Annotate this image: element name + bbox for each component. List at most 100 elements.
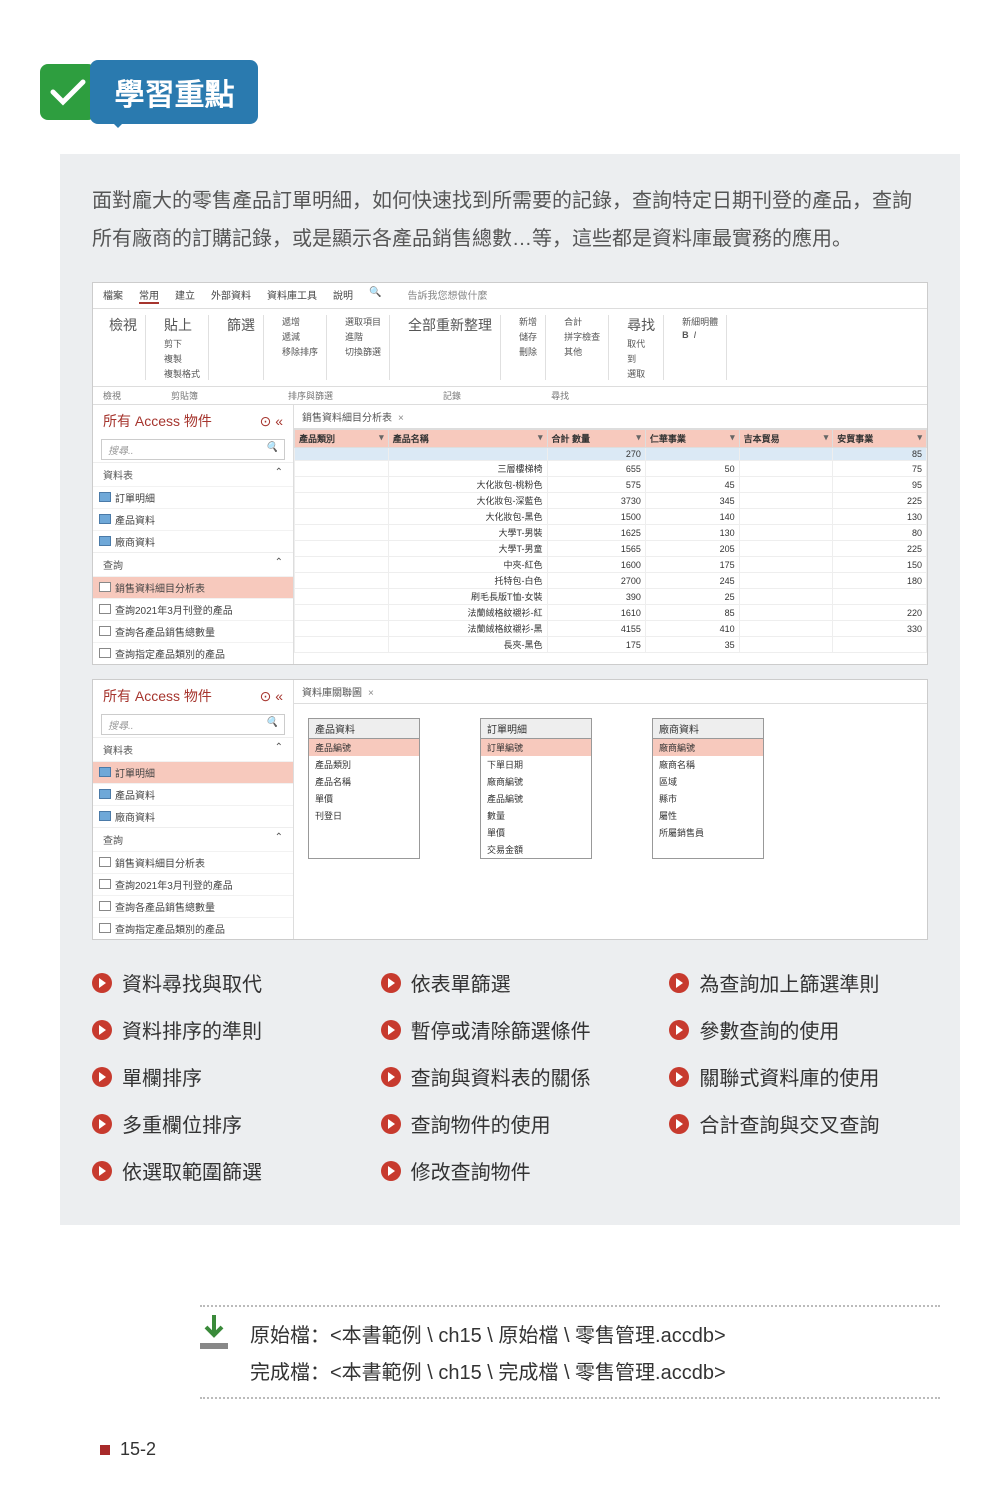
collapse-icon[interactable]: ⌃	[275, 832, 283, 847]
close-tab-icon[interactable]: ×	[398, 413, 404, 424]
cell[interactable]: 140	[645, 509, 739, 525]
nav-search[interactable]: 搜尋..🔍	[101, 439, 285, 460]
desc-button[interactable]: 遞減	[282, 330, 318, 343]
nav-item[interactable]: 產品資料	[93, 508, 293, 530]
cell[interactable]: 80	[833, 525, 927, 541]
cell[interactable]: 410	[645, 621, 739, 637]
rel-field[interactable]: 交易金額	[481, 841, 591, 858]
relationship-canvas[interactable]: 產品資料 產品編號 產品類別產品名稱單價刊登日 訂單明細 訂單編號 下單日期廠商…	[294, 704, 927, 873]
cell[interactable]: 1610	[547, 605, 645, 621]
italic-button[interactable]: I	[694, 330, 697, 340]
delete-button[interactable]: 刪除	[519, 345, 537, 358]
rel-field-key[interactable]: 廠商編號	[653, 739, 763, 756]
cell[interactable]	[295, 448, 389, 461]
cell[interactable]	[295, 461, 389, 477]
rel-field[interactable]: 所屬銷售員	[653, 824, 763, 841]
cell[interactable]	[739, 493, 833, 509]
rel-field[interactable]: 屬性	[653, 807, 763, 824]
asc-button[interactable]: 遞增	[282, 315, 318, 328]
cell[interactable]	[295, 509, 389, 525]
object-tab[interactable]: 資料庫關聯圖	[302, 688, 362, 699]
rel-field[interactable]: 刊登日	[309, 807, 419, 824]
rel-field[interactable]: 下單日期	[481, 756, 591, 773]
rel-field[interactable]: 產品名稱	[309, 773, 419, 790]
cell[interactable]: 長夾-黑色	[388, 637, 547, 653]
nav-item[interactable]: 廠商資料	[93, 805, 293, 827]
cell[interactable]: 270	[547, 448, 645, 461]
cell[interactable]	[645, 448, 739, 461]
close-tab-icon[interactable]: ×	[368, 688, 374, 699]
tab-help[interactable]: 說明	[333, 287, 353, 304]
cell[interactable]: 330	[833, 621, 927, 637]
cell[interactable]	[739, 477, 833, 493]
more-button[interactable]: 其他	[564, 345, 600, 358]
tab-home[interactable]: 常用	[139, 287, 159, 304]
nav-item[interactable]: 銷售資料細目分析表	[93, 851, 293, 873]
cell[interactable]: 三層樓梯椅	[388, 461, 547, 477]
rel-box-products[interactable]: 產品資料 產品編號 產品類別產品名稱單價刊登日	[308, 718, 420, 859]
advanced-button[interactable]: 進階	[345, 330, 381, 343]
nav-item[interactable]: 查詢2021年3月刊登的產品	[93, 873, 293, 895]
goto-button[interactable]: 到	[627, 352, 655, 365]
cell[interactable]	[739, 509, 833, 525]
cell[interactable]: 85	[645, 605, 739, 621]
nav-search[interactable]: 搜尋..🔍	[101, 714, 285, 735]
column-header[interactable]: 合計 數量▾	[547, 430, 645, 448]
cell[interactable]: 45	[645, 477, 739, 493]
collapse-icon[interactable]: ⌃	[275, 742, 283, 757]
cell[interactable]: 205	[645, 541, 739, 557]
sum-button[interactable]: 合計	[564, 315, 600, 328]
collapse-icon[interactable]: ⌃	[275, 467, 283, 482]
cell[interactable]: 245	[645, 573, 739, 589]
nav-item[interactable]: 廠商資料	[93, 530, 293, 552]
cell[interactable]	[295, 557, 389, 573]
nav-item[interactable]: 產品資料	[93, 783, 293, 805]
nav-item[interactable]: 查詢各產品銷售總數量	[93, 620, 293, 642]
cell[interactable]	[295, 605, 389, 621]
cell[interactable]	[739, 448, 833, 461]
rel-field[interactable]: 單價	[309, 790, 419, 807]
cell[interactable]: 390	[547, 589, 645, 605]
cell[interactable]	[295, 637, 389, 653]
rel-field[interactable]: 廠商編號	[481, 773, 591, 790]
tab-external[interactable]: 外部資料	[211, 287, 251, 304]
cell[interactable]: 225	[833, 541, 927, 557]
cell[interactable]: 180	[833, 573, 927, 589]
rel-field[interactable]: 單價	[481, 824, 591, 841]
cut-button[interactable]: 剪下	[164, 337, 200, 350]
cell[interactable]: 1625	[547, 525, 645, 541]
nav-item[interactable]: 訂單明細	[93, 486, 293, 508]
replace-button[interactable]: 取代	[627, 337, 655, 350]
nav-item[interactable]: 查詢指定產品類別的產品	[93, 917, 293, 939]
rel-field-key[interactable]: 訂單編號	[481, 739, 591, 756]
nav-dropdown-icon[interactable]: ⊙ «	[260, 688, 283, 705]
cell[interactable]: 345	[645, 493, 739, 509]
cell[interactable]: 1600	[547, 557, 645, 573]
cell[interactable]: 刷毛長版T恤-女裝	[388, 589, 547, 605]
rel-field[interactable]: 產品編號	[481, 790, 591, 807]
cell[interactable]: 95	[833, 477, 927, 493]
cell[interactable]: 大化妝包-深藍色	[388, 493, 547, 509]
rel-field[interactable]: 產品類別	[309, 756, 419, 773]
font-name[interactable]: 新細明體	[682, 315, 718, 328]
view-button[interactable]: 檢視	[109, 315, 137, 335]
cell[interactable]	[295, 621, 389, 637]
cell[interactable]	[295, 525, 389, 541]
cell[interactable]: 3730	[547, 493, 645, 509]
cell[interactable]	[739, 637, 833, 653]
filter-button[interactable]: 篩選	[227, 315, 255, 335]
cell[interactable]: 130	[645, 525, 739, 541]
cell[interactable]: 法蘭絨格紋襯衫-紅	[388, 605, 547, 621]
new-button[interactable]: 新增	[519, 315, 537, 328]
spell-button[interactable]: 拼字檢查	[564, 330, 600, 343]
nav-item[interactable]: 查詢指定產品類別的產品	[93, 642, 293, 664]
rel-field[interactable]: 數量	[481, 807, 591, 824]
cell[interactable]	[739, 605, 833, 621]
nav-item[interactable]: 訂單明細	[93, 761, 293, 783]
tab-dbtools[interactable]: 資料庫工具	[267, 287, 317, 304]
cell[interactable]: 2700	[547, 573, 645, 589]
cell[interactable]: 大學T-男童	[388, 541, 547, 557]
cell[interactable]: 225	[833, 493, 927, 509]
column-header[interactable]: 安貿事業▾	[833, 430, 927, 448]
cell[interactable]: 175	[645, 557, 739, 573]
